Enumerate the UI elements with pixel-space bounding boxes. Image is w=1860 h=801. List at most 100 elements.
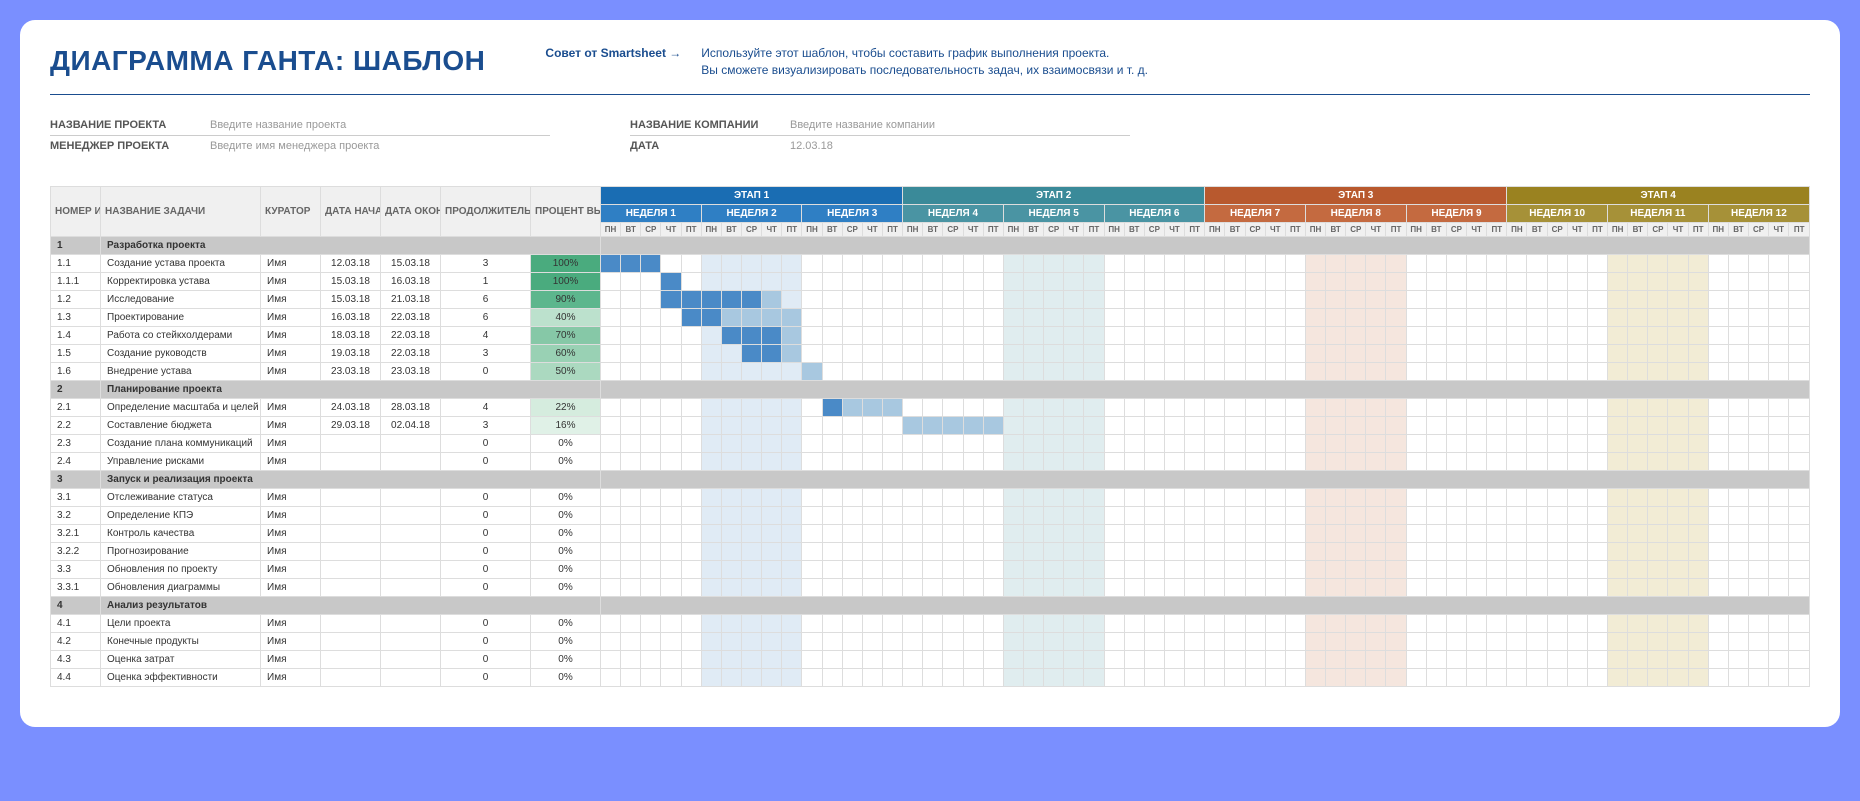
gantt-cell[interactable]: [601, 272, 621, 290]
gantt-cell[interactable]: [1023, 632, 1043, 650]
gantt-cell[interactable]: [1567, 614, 1587, 632]
gantt-cell[interactable]: [1386, 650, 1406, 668]
gantt-cell[interactable]: [1527, 578, 1547, 596]
gantt-cell[interactable]: [721, 542, 741, 560]
gantt-cell[interactable]: [1003, 362, 1023, 380]
gantt-cell[interactable]: [1366, 326, 1386, 344]
gantt-cell[interactable]: [1749, 254, 1769, 272]
gantt-cell[interactable]: [1507, 488, 1527, 506]
gantt-cell[interactable]: [1144, 434, 1164, 452]
gantt-cell[interactable]: [1567, 344, 1587, 362]
gantt-cell[interactable]: [1386, 254, 1406, 272]
gantt-cell[interactable]: [1487, 506, 1507, 524]
gantt-cell[interactable]: [1769, 524, 1789, 542]
gantt-cell[interactable]: [661, 308, 681, 326]
gantt-cell[interactable]: [1547, 578, 1567, 596]
gantt-cell[interactable]: [1104, 542, 1124, 560]
table-row[interactable]: 2.4Управление рискамиИмя00%: [51, 452, 1810, 470]
gantt-cell[interactable]: [1245, 578, 1265, 596]
gantt-cell[interactable]: [903, 578, 923, 596]
gantt-cell[interactable]: [1285, 416, 1305, 434]
cell-id[interactable]: 1.3: [51, 308, 101, 326]
gantt-cell[interactable]: [1185, 452, 1205, 470]
gantt-cell[interactable]: [1567, 524, 1587, 542]
gantt-cell[interactable]: [741, 650, 761, 668]
gantt-cell[interactable]: [1305, 452, 1325, 470]
gantt-cell[interactable]: [963, 254, 983, 272]
gantt-cell[interactable]: [661, 416, 681, 434]
cell-percent[interactable]: 0%: [531, 650, 601, 668]
gantt-cell[interactable]: [601, 290, 621, 308]
gantt-cell[interactable]: [701, 272, 721, 290]
gantt-cell[interactable]: [1446, 524, 1466, 542]
gantt-cell[interactable]: [1668, 434, 1688, 452]
gantt-cell[interactable]: [1749, 326, 1769, 344]
gantt-cell[interactable]: [1245, 614, 1265, 632]
gantt-cell[interactable]: [1587, 542, 1607, 560]
gantt-cell[interactable]: [1789, 560, 1810, 578]
gantt-cell[interactable]: [681, 560, 701, 578]
cell-curator[interactable]: Имя: [261, 254, 321, 272]
gantt-cell[interactable]: [1124, 560, 1144, 578]
gantt-cell[interactable]: [641, 632, 661, 650]
gantt-cell[interactable]: [1507, 542, 1527, 560]
cell-duration[interactable]: 0: [441, 524, 531, 542]
gantt-cell[interactable]: [762, 650, 782, 668]
gantt-cell[interactable]: [943, 308, 963, 326]
gantt-cell[interactable]: [1688, 650, 1708, 668]
gantt-cell[interactable]: [1446, 506, 1466, 524]
cell-start[interactable]: [321, 524, 381, 542]
gantt-cell[interactable]: [601, 308, 621, 326]
gantt-cell[interactable]: [741, 308, 761, 326]
gantt-cell[interactable]: [1023, 362, 1043, 380]
gantt-cell[interactable]: [1567, 272, 1587, 290]
gantt-cell[interactable]: [882, 524, 902, 542]
table-row[interactable]: 4.2Конечные продуктыИмя00%: [51, 632, 1810, 650]
gantt-cell[interactable]: [1326, 434, 1346, 452]
gantt-cell[interactable]: [1446, 398, 1466, 416]
gantt-cell[interactable]: [1003, 560, 1023, 578]
gantt-cell[interactable]: [1527, 290, 1547, 308]
gantt-cell[interactable]: [1446, 614, 1466, 632]
gantt-cell[interactable]: [1285, 308, 1305, 326]
gantt-cell[interactable]: [963, 488, 983, 506]
gantt-cell[interactable]: [882, 452, 902, 470]
gantt-cell[interactable]: [1185, 416, 1205, 434]
gantt-cell[interactable]: [762, 398, 782, 416]
gantt-cell[interactable]: [1688, 632, 1708, 650]
gantt-cell[interactable]: [1648, 362, 1668, 380]
gantt-cell[interactable]: [1003, 632, 1023, 650]
gantt-cell[interactable]: [1749, 452, 1769, 470]
cell-duration[interactable]: 6: [441, 290, 531, 308]
gantt-cell[interactable]: [1245, 452, 1265, 470]
gantt-cell[interactable]: [1567, 434, 1587, 452]
cell-percent[interactable]: 0%: [531, 506, 601, 524]
gantt-cell[interactable]: [903, 668, 923, 686]
gantt-cell[interactable]: [862, 362, 882, 380]
cell-duration[interactable]: 3: [441, 416, 531, 434]
gantt-cell[interactable]: [1023, 290, 1043, 308]
gantt-cell[interactable]: [661, 488, 681, 506]
gantt-cell[interactable]: [1527, 542, 1547, 560]
gantt-cell[interactable]: [1104, 578, 1124, 596]
gantt-cell[interactable]: [882, 344, 902, 362]
cell-task[interactable]: Обновления по проекту: [101, 560, 261, 578]
gantt-cell[interactable]: [762, 452, 782, 470]
gantt-cell[interactable]: [1749, 434, 1769, 452]
gantt-cell[interactable]: [1688, 416, 1708, 434]
gantt-cell[interactable]: [1608, 452, 1628, 470]
gantt-cell[interactable]: [661, 398, 681, 416]
gantt-cell[interactable]: [721, 272, 741, 290]
gantt-cell[interactable]: [661, 542, 681, 560]
gantt-cell[interactable]: [1003, 344, 1023, 362]
cell-task[interactable]: Определение КПЭ: [101, 506, 261, 524]
gantt-cell[interactable]: [1608, 308, 1628, 326]
gantt-cell[interactable]: [882, 326, 902, 344]
gantt-cell[interactable]: [1648, 290, 1668, 308]
gantt-cell[interactable]: [1003, 524, 1023, 542]
gantt-cell[interactable]: [1446, 272, 1466, 290]
gantt-cell[interactable]: [1245, 524, 1265, 542]
gantt-cell[interactable]: [621, 290, 641, 308]
gantt-cell[interactable]: [1769, 434, 1789, 452]
gantt-cell[interactable]: [923, 272, 943, 290]
